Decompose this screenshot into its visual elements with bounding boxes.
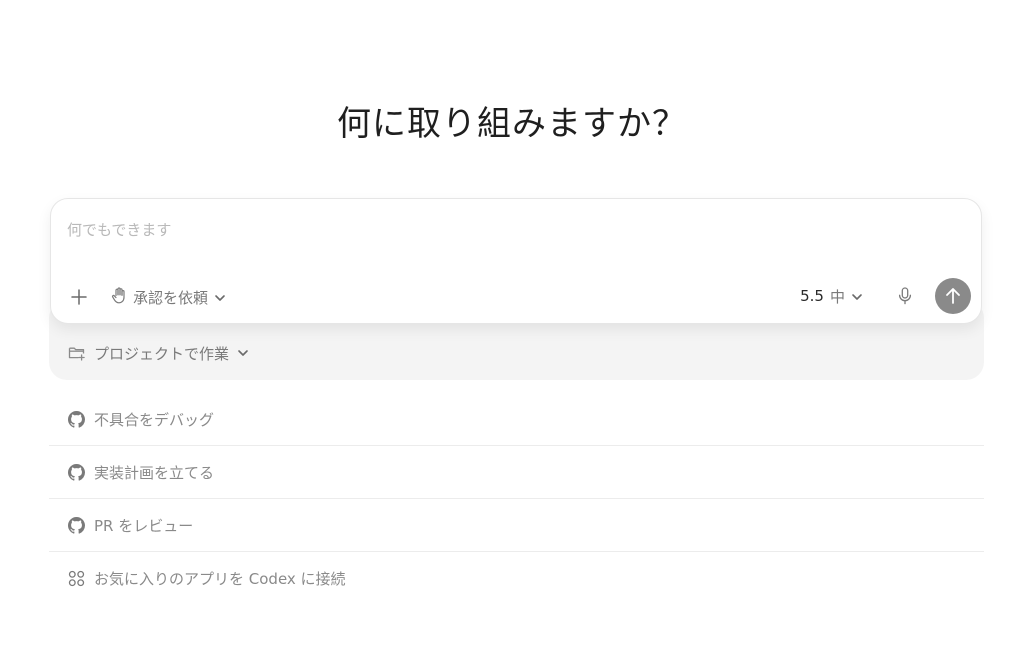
plus-icon bbox=[71, 289, 87, 305]
github-icon bbox=[68, 516, 85, 534]
chevron-down-icon bbox=[237, 349, 249, 357]
model-selector[interactable]: 5.5 中 bbox=[800, 286, 863, 307]
suggestion-label: 不具合をデバッグ bbox=[94, 410, 215, 429]
composer-toolbar-left: 承認を依頼 bbox=[67, 285, 226, 309]
microphone-icon bbox=[898, 287, 912, 305]
suggestion-label: お気に入りのアプリを Codex に接続 bbox=[94, 570, 346, 588]
approval-mode-label: 承認を依頼 bbox=[133, 288, 209, 307]
github-icon bbox=[68, 410, 85, 428]
suggestion-list: 不具合をデバッグ 実装計画を立てる PR をレビュー お気に入りのアプリを Co… bbox=[49, 393, 984, 605]
page-title: 何に取り組みますか？ bbox=[337, 104, 687, 144]
prompt-input[interactable] bbox=[67, 219, 947, 241]
github-icon bbox=[68, 463, 85, 481]
send-button[interactable] bbox=[935, 278, 971, 314]
folder-add-icon bbox=[68, 345, 86, 361]
prompt-composer: 承認を依頼 5.5 中 bbox=[50, 198, 982, 324]
suggestion-label: 実装計画を立てる bbox=[94, 463, 215, 482]
suggestion-item[interactable]: PR をレビュー bbox=[49, 499, 984, 552]
composer-toolbar-right: 5.5 中 bbox=[800, 278, 971, 314]
approval-mode-dropdown[interactable]: 承認を依頼 bbox=[111, 286, 226, 308]
suggestion-item[interactable]: 実装計画を立てる bbox=[49, 446, 984, 499]
add-attachment-button[interactable] bbox=[67, 285, 91, 309]
model-version: 5.5 bbox=[800, 287, 824, 305]
suggestion-label: PR をレビュー bbox=[94, 516, 194, 535]
chevron-down-icon bbox=[851, 287, 863, 305]
effort-level: 中 bbox=[829, 287, 845, 306]
apps-grid-icon bbox=[68, 570, 85, 587]
new-task-page: 何に取り組みますか？ プロジェクトで作業 何でもできます 承認を依頼 5.5 中… bbox=[0, 0, 1024, 645]
chevron-down-icon bbox=[214, 288, 226, 306]
arrow-up-icon bbox=[946, 288, 960, 304]
suggestion-item[interactable]: 不具合をデバッグ bbox=[49, 393, 984, 446]
hand-icon bbox=[111, 286, 127, 308]
suggestion-item[interactable]: お気に入りのアプリを Codex に接続 bbox=[49, 552, 984, 605]
project-selector[interactable]: プロジェクトで作業 bbox=[68, 342, 249, 364]
microphone-button[interactable] bbox=[893, 284, 917, 308]
project-selector-label: プロジェクトで作業 bbox=[94, 344, 230, 363]
